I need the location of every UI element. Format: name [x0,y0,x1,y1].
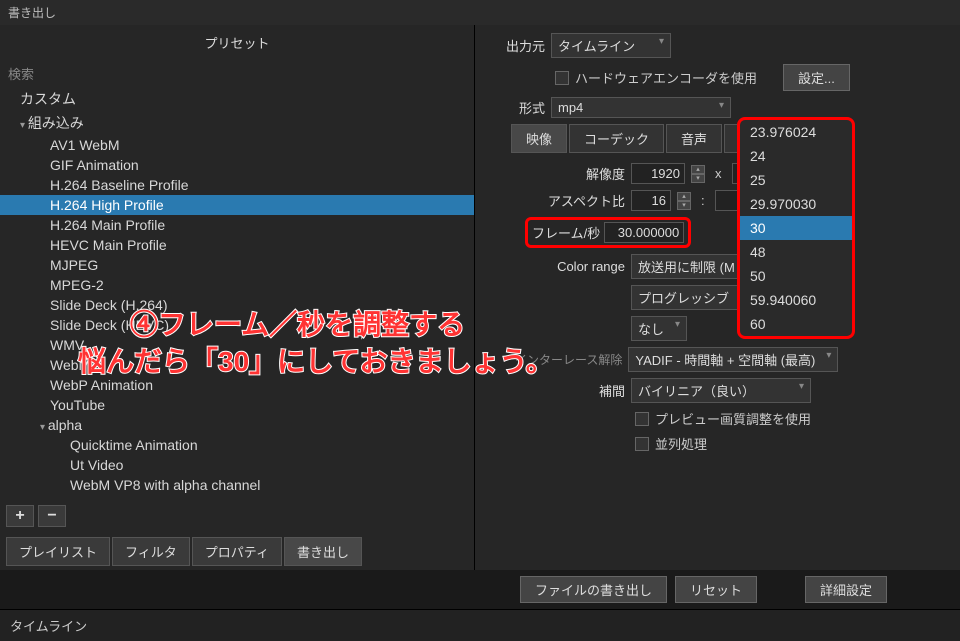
tree-item[interactable]: H.264 Baseline Profile [0,175,474,195]
fps-option[interactable]: 29.970030 [740,192,852,216]
tree-item[interactable]: GIF Animation [0,155,474,175]
spinner[interactable]: ▴▾ [691,165,705,183]
fps-option[interactable]: 25 [740,168,852,192]
tree-item[interactable]: H.264 Main Profile [0,215,474,235]
parallel-checkbox[interactable] [635,437,649,451]
deinterlace-dropdown[interactable]: YADIF - 時間軸 + 空間軸 (最高) [628,347,838,372]
tree-item[interactable]: WebP Animation [0,375,474,395]
output-from-dropdown[interactable]: タイムライン [551,33,671,58]
colon-separator: : [697,193,709,208]
tree-item[interactable]: MPEG-2 [0,275,474,295]
export-file-button[interactable]: ファイルの書き出し [520,576,667,603]
advanced-button[interactable]: 詳細設定 [805,576,887,603]
hw-encoder-checkbox[interactable] [555,71,569,85]
search-input[interactable]: 検索 [0,60,474,87]
tree-item[interactable]: WMV [0,335,474,355]
tab-property[interactable]: プロパティ [192,537,282,566]
tree-item[interactable]: Slide Deck (HEVC) [0,315,474,335]
fps-option-selected[interactable]: 30 [740,216,852,240]
preset-panel: プリセット 検索 カスタム 組み込み AV1 WebM GIF Animatio… [0,25,475,570]
format-label: 形式 [495,98,545,117]
scan-dropdown[interactable]: プログレッシブ [631,285,752,310]
preset-tree: カスタム 組み込み AV1 WebM GIF Animation H.264 B… [0,87,474,499]
field-order-dropdown[interactable]: なし [631,316,687,341]
parallel-label: 並列処理 [655,434,707,453]
subtab-video[interactable]: 映像 [511,124,567,153]
res-width-input[interactable] [631,163,685,184]
subtab-audio[interactable]: 音声 [666,124,722,153]
color-range-label: Color range [525,259,625,274]
fps-option[interactable]: 60 [740,312,852,336]
fps-label: フレーム/秒 [532,223,600,242]
remove-preset-button[interactable]: − [38,505,66,527]
preset-header: プリセット [0,25,474,60]
tab-playlist[interactable]: プレイリスト [6,537,110,566]
resolution-label: 解像度 [525,164,625,183]
timeline-bar[interactable]: タイムライン [0,609,960,641]
tree-item[interactable]: Slide Deck (H.264) [0,295,474,315]
settings-button[interactable]: 設定... [783,64,850,91]
subtab-codec[interactable]: コーデック [569,124,664,153]
x-separator: x [711,166,726,181]
bottom-buttons: ファイルの書き出し リセット 詳細設定 [510,570,960,609]
aspect-w-input[interactable] [631,190,671,211]
fps-option[interactable]: 59.940060 [740,288,852,312]
deinterlace-label: インターレース解除 [515,351,622,368]
interp-dropdown[interactable]: バイリニア（良い） [631,378,811,403]
tree-builtin[interactable]: 組み込み [0,111,474,135]
add-preset-button[interactable]: + [6,505,34,527]
tree-item[interactable]: WebM [0,355,474,375]
tree-item[interactable]: HEVC Main Profile [0,235,474,255]
fps-option[interactable]: 48 [740,240,852,264]
tree-alpha[interactable]: alpha [0,415,474,435]
tree-item[interactable]: YouTube [0,395,474,415]
aspect-label: アスペクト比 [525,191,625,210]
settings-panel: 出力元 タイムライン ハードウェアエンコーダを使用 設定... 形式 mp4 映… [475,25,960,570]
tree-item[interactable]: Quicktime Animation [0,435,474,455]
format-dropdown[interactable]: mp4 [551,97,731,118]
window-title: 書き出し [0,0,960,25]
fps-input[interactable] [604,222,684,243]
output-from-label: 出力元 [495,36,545,55]
tab-filter[interactable]: フィルタ [112,537,190,566]
tree-item[interactable]: Ut Video [0,455,474,475]
tree-custom[interactable]: カスタム [0,87,474,111]
fps-dropdown-menu: 23.976024 24 25 29.970030 30 48 50 59.94… [737,117,855,339]
tree-item[interactable]: WebM VP8 with alpha channel [0,475,474,495]
fps-option[interactable]: 50 [740,264,852,288]
hw-encoder-label: ハードウェアエンコーダを使用 [575,68,757,87]
tab-export[interactable]: 書き出し [284,537,362,566]
preview-adjust-checkbox[interactable] [635,412,649,426]
tree-item-selected[interactable]: H.264 High Profile [0,195,474,215]
preview-adjust-label: プレビュー画質調整を使用 [655,409,811,428]
fps-option[interactable]: 23.976024 [740,120,852,144]
interp-label: 補間 [525,381,625,400]
tree-item[interactable]: MJPEG [0,255,474,275]
reset-button[interactable]: リセット [675,576,757,603]
spinner[interactable]: ▴▾ [677,192,691,210]
fps-option[interactable]: 24 [740,144,852,168]
tree-item[interactable]: AV1 WebM [0,135,474,155]
